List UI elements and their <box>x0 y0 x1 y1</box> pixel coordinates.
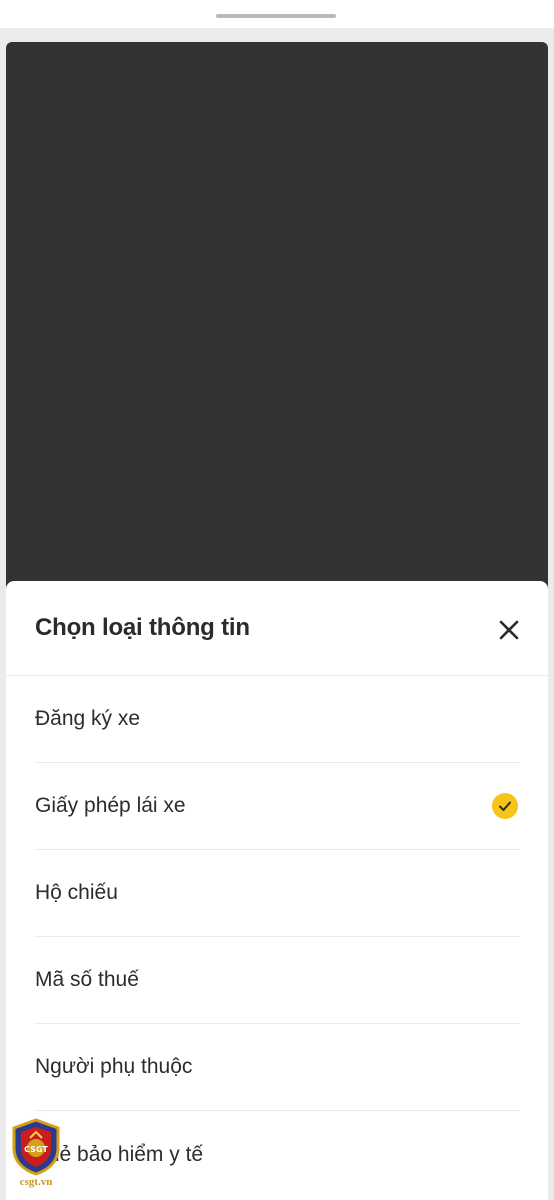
option-ho-chieu[interactable]: Hộ chiếu <box>34 850 520 937</box>
watermark-text: csgt.vn <box>19 1176 53 1188</box>
previous-sheet-edge <box>0 0 554 28</box>
screen: Chọn loại thông tin Đăng ký xe Giấy phép… <box>0 0 554 1200</box>
badge-text: CSGT <box>24 1145 48 1154</box>
modal-backdrop[interactable] <box>6 42 548 602</box>
option-giay-phep-lai-xe[interactable]: Giấy phép lái xe <box>34 763 520 850</box>
police-badge-icon: CSGT <box>12 1118 60 1176</box>
option-dang-ky-xe[interactable]: Đăng ký xe <box>34 676 520 763</box>
sheet-title: Chọn loại thông tin <box>35 614 250 641</box>
sheet-header: Chọn loại thông tin <box>6 581 548 676</box>
check-icon <box>492 793 518 819</box>
option-ma-so-thue[interactable]: Mã số thuế <box>34 937 520 1024</box>
close-button[interactable] <box>492 613 526 647</box>
close-icon <box>499 620 519 640</box>
sheet-grabber-handle[interactable] <box>216 14 336 18</box>
option-label: Người phụ thuộc <box>35 1055 193 1078</box>
option-label: Giấy phép lái xe <box>35 794 186 817</box>
option-label: Hộ chiếu <box>35 881 118 904</box>
csgt-watermark: CSGT csgt.vn <box>10 1118 62 1194</box>
option-nguoi-phu-thuoc[interactable]: Người phụ thuộc <box>34 1024 520 1111</box>
bottom-sheet: Chọn loại thông tin Đăng ký xe Giấy phép… <box>6 581 548 1200</box>
option-label: Đăng ký xe <box>35 707 141 730</box>
option-the-bao-hiem-y-te[interactable]: Thẻ bảo hiểm y tế <box>34 1111 520 1198</box>
info-type-list: Đăng ký xe Giấy phép lái xe Hộ chiếu Mã … <box>6 676 548 1198</box>
option-label: Mã số thuế <box>35 968 139 991</box>
